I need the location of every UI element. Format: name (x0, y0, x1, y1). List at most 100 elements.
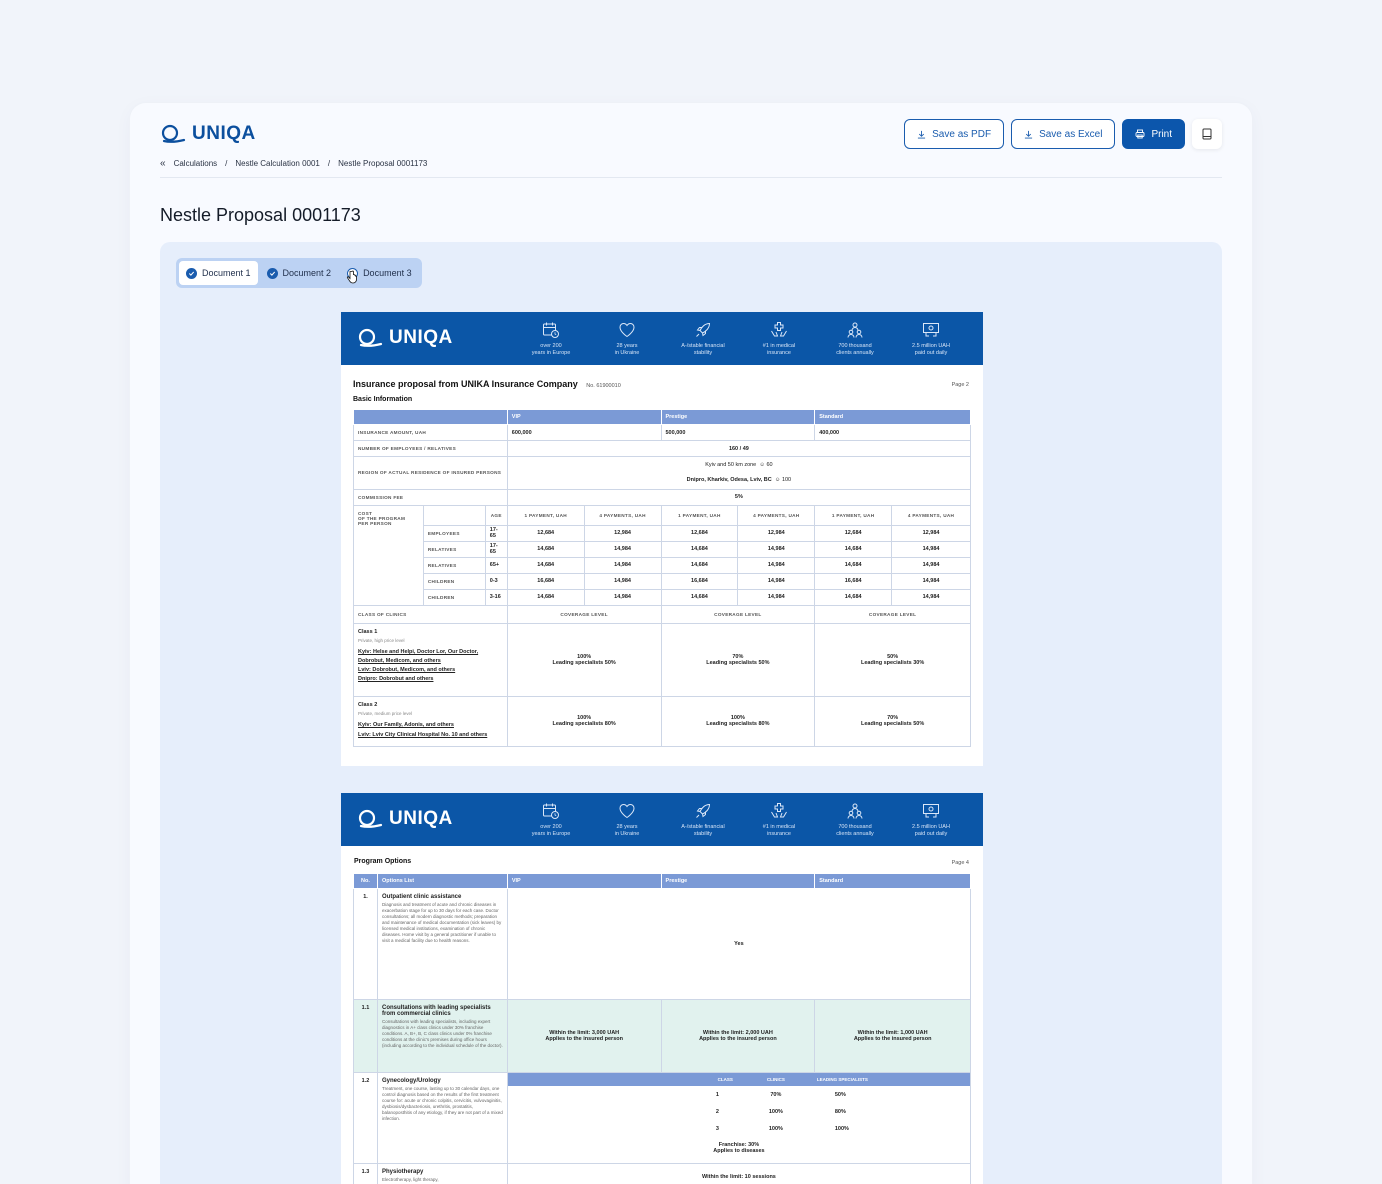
column-standard: Standard (814, 873, 971, 889)
subtable-header: CLASS CLINICS LEADING SPECIALISTS (507, 1073, 970, 1086)
toolbar: Save as PDF Save as Excel Print (904, 119, 1222, 149)
feature-text: in Ukraine (614, 350, 640, 357)
column-vip: VIP (506, 409, 662, 425)
money-icon (923, 804, 939, 818)
row-label: NUMBER OF EMPLOYEES / RELATIVES (353, 440, 508, 457)
region-count: 100 (781, 476, 792, 483)
coverage-value: Leading specialists 50% (552, 659, 616, 666)
clinic-class-sub: Private, medium price level (358, 711, 413, 717)
breadcrumb-calculations[interactable]: Calculations (174, 159, 218, 168)
gynecology-subtable: CLASS CLINICS LEADING SPECIALISTS 1 70% … (507, 1073, 970, 1159)
feature-stability: A-/stable financial stability (665, 801, 741, 838)
tab-document-1[interactable]: Document 1 (179, 261, 258, 285)
coverage-value: Leading specialists 80% (706, 721, 770, 728)
age-value: 17-65 (484, 524, 508, 542)
option-row: 1. Outpatient clinic assistance Diagnosi… (353, 888, 972, 1000)
cost-value: 12,684 (506, 524, 585, 542)
clinic-class-row: Class 1 Private, high price level Kyiv: … (353, 622, 971, 697)
option-title: Consultations with leading specialists f… (381, 1005, 491, 1017)
option-row: 1.1 Consultations with leading specialis… (353, 999, 971, 1073)
feature-text: over 200 (540, 824, 562, 830)
save-excel-button[interactable]: Save as Excel (1011, 119, 1116, 149)
tab-document-3[interactable]: Document 3 (340, 261, 419, 285)
column-standard: Standard (814, 409, 971, 425)
program-options-table: No. Options List VIP Prestige Standard 1… (353, 873, 972, 1184)
feature-medical: #1 in medical insurance (741, 801, 817, 838)
payment-col: 1 PAYMENT, UAH (660, 504, 739, 526)
header-empty (353, 409, 508, 425)
feature-stability: A-/stable financial stability (665, 320, 741, 357)
document-page-program-options: UNIQA over 200 years in Europe 28 years in… (341, 793, 983, 1184)
feature-text: #1 in medical (762, 343, 796, 349)
cost-value: 14,684 (506, 540, 585, 558)
page-header-banner: UNIQA over 200 years in Europe 28 years in… (341, 793, 983, 846)
proposal-heading: Insurance proposal from UNIKA Insurance … (353, 379, 578, 389)
document-heading: Insurance proposal from UNIKA Insurance … (353, 379, 621, 389)
cost-value: 12,984 (583, 524, 662, 542)
feature-payouts: 2.5 million UAH paid out daily (893, 320, 969, 357)
coverage-cell: 100% Leading specialists 50% (506, 622, 662, 697)
cost-row: EMPLOYEES 17-65 12,684 12,984 12,684 12,… (354, 524, 971, 542)
table-row: COMMISSION FEE 5% (353, 488, 972, 506)
feature-text: over 200 (540, 343, 562, 349)
sub-value: 70% (770, 1091, 782, 1098)
region-cell: Kyiv and 50 km zone ☺ 60 Dnipro, Kharkiv… (506, 456, 972, 490)
cell-value: 160 / 49 (506, 440, 972, 457)
checkbox-checked-icon[interactable] (186, 267, 197, 279)
option-cell: Outpatient clinic assistance Diagnosis a… (376, 888, 508, 1000)
cost-value: 14,984 (737, 540, 816, 558)
option-title: Gynecology/Urology (381, 1078, 441, 1084)
print-button[interactable]: Print (1122, 119, 1185, 149)
money-icon (923, 323, 939, 337)
logo-text: UNIQA (192, 123, 256, 144)
cost-value: 14,684 (814, 588, 893, 606)
book-button[interactable] (1192, 119, 1222, 149)
feature-text: stability (693, 350, 713, 357)
hand-cursor-icon (346, 270, 357, 284)
option-value-cell: Within the limit: 2,000 UAH Applies to th… (660, 999, 816, 1073)
feature-years-europe: over 200 years in Europe (513, 320, 589, 357)
subtable-row: 1 70% 50% (508, 1086, 970, 1103)
cost-row: CHILDREN 3-16 14,684 14,984 14,684 14,98… (354, 588, 971, 606)
option-value-cell: Within the limit: 1,000 UAH Applies to th… (814, 999, 971, 1073)
breadcrumb-calculation[interactable]: Nestle Calculation 0001 (235, 159, 320, 168)
payment-col: 4 PAYMENTS, UAH (891, 504, 971, 526)
tab-label: Document 1 (202, 268, 251, 278)
cost-value: 14,684 (506, 588, 585, 606)
clinic-link[interactable]: Kyiv: Our Family, Adonis, and others (358, 721, 503, 731)
checkbox-checked-icon[interactable] (266, 267, 278, 279)
clinic-link[interactable]: Dnipro: Dobrobut and others (358, 675, 503, 685)
rocket-icon (696, 322, 711, 337)
coverage-label: COVERAGE LEVEL (814, 604, 971, 624)
tab-document-2[interactable]: Document 2 (260, 261, 339, 285)
coverage-label: COVERAGE LEVEL (506, 604, 662, 624)
uniqa-logo[interactable]: UNIQA (160, 123, 256, 145)
row-label: COMMISSION FEE (353, 488, 508, 506)
cost-value: 14,984 (737, 556, 816, 574)
save-pdf-button[interactable]: Save as PDF (904, 119, 1005, 149)
column-prestige: Prestige (660, 409, 816, 425)
calendar-clock-icon (543, 322, 559, 338)
clinic-link[interactable]: Lviv: Lviv City Clinical Hospital No. 10… (358, 731, 503, 741)
clinic-link[interactable]: Kyiv: Helse and Helpi, Doctor Lor, Our D… (358, 648, 503, 666)
age-value: 17-65 (484, 540, 508, 558)
option-description: Consultations with leading specialists, … (381, 1019, 503, 1049)
cost-value: 14,984 (583, 588, 662, 606)
uniqa-logo-icon (358, 809, 383, 828)
cost-value: 12,684 (660, 524, 739, 542)
cost-value: 14,684 (660, 556, 739, 574)
feature-text: #1 in medical (762, 824, 796, 830)
clinic-link[interactable]: Lviv: Dobrobut, Medicom, and others (358, 666, 503, 676)
option-number: 1.2 (353, 1072, 378, 1164)
double-chevron-left-icon[interactable]: « (160, 158, 166, 169)
option-title: Outpatient clinic assistance (381, 894, 462, 900)
feature-text: 28 years (616, 343, 638, 349)
coverage-label: COVERAGE LEVEL (660, 604, 816, 624)
option-value: Within the limit: 10 sessions (506, 1163, 972, 1184)
cost-value: 16,684 (506, 572, 585, 590)
medical-hands-icon (771, 803, 787, 818)
coverage-value: Leading specialists 30% (860, 659, 925, 666)
coverage-cell: 50% Leading specialists 30% (814, 622, 971, 697)
table-row: REGION OF ACTUAL RESIDENCE OF INSURED PE… (353, 456, 972, 490)
calendar-clock-icon (543, 803, 559, 819)
